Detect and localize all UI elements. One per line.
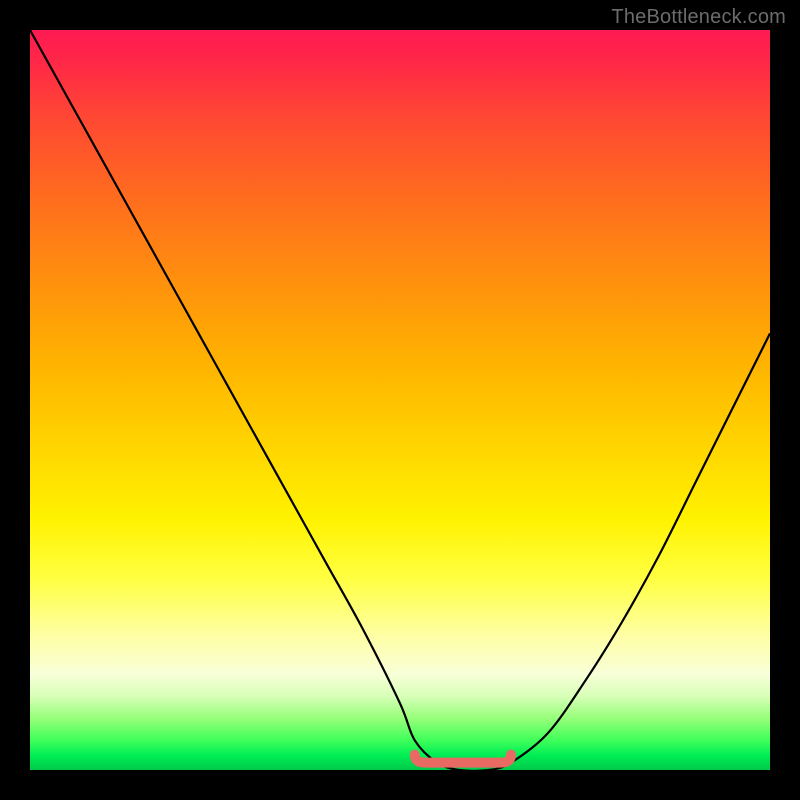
bottleneck-curve [30,30,770,770]
watermark-text: TheBottleneck.com [611,6,786,29]
plot-area [30,30,770,770]
chart-frame: TheBottleneck.com [0,0,800,800]
curve-layer [30,30,770,770]
